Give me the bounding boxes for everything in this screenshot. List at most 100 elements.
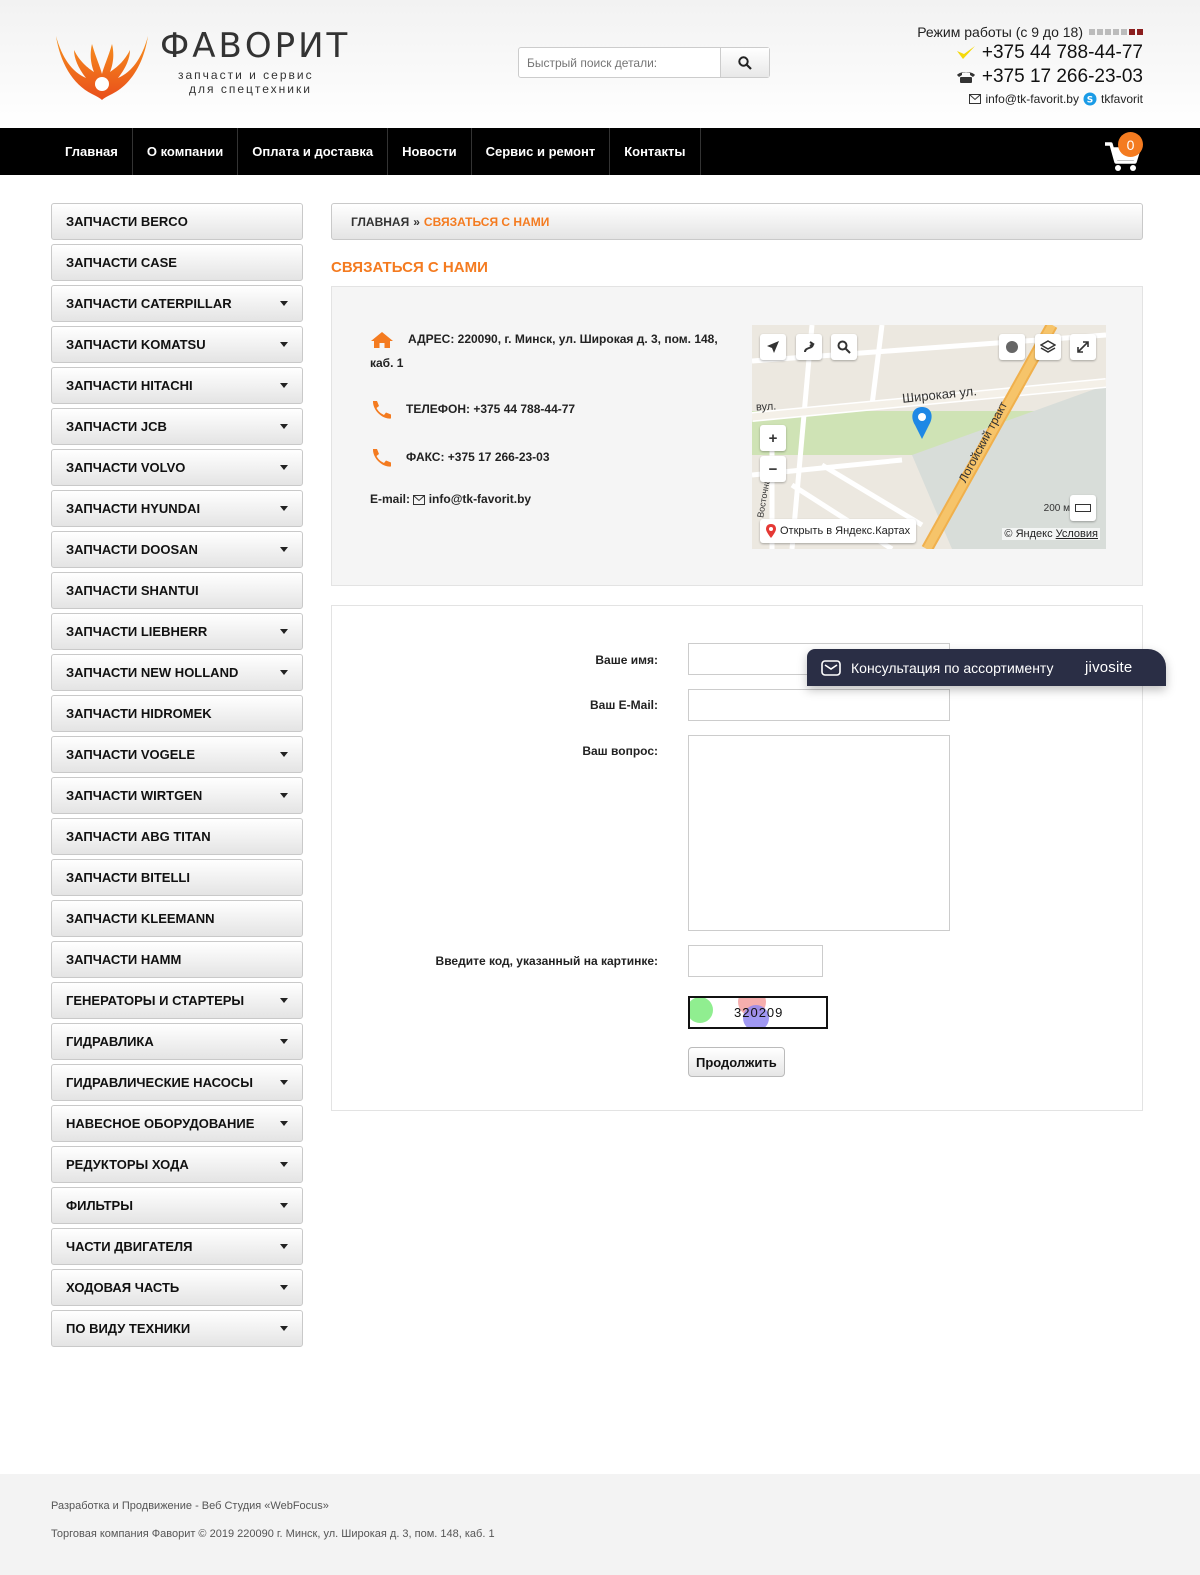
submit-button[interactable]: Продолжить	[688, 1047, 785, 1077]
sidebar-item[interactable]: РЕДУКТОРЫ ХОДА	[51, 1146, 303, 1183]
map-search-button[interactable]	[831, 334, 857, 360]
contact-email-link[interactable]: info@tk-favorit.by	[429, 492, 531, 506]
email-input[interactable]	[688, 689, 950, 721]
ruler-icon	[1075, 504, 1091, 512]
phone-mobile[interactable]: +375 44 788-44-77	[982, 42, 1143, 64]
velcom-icon	[956, 46, 975, 59]
envelope-icon	[821, 659, 841, 676]
sidebar-item-label: ЗАПЧАСТИ BERCO	[66, 214, 188, 229]
map-fullscreen-button[interactable]	[1070, 334, 1096, 360]
sidebar-item[interactable]: НАВЕСНОЕ ОБОРУДОВАНИЕ	[51, 1105, 303, 1142]
caret-down-icon	[280, 629, 288, 634]
search-input[interactable]	[519, 48, 721, 77]
map-ruler-button[interactable]	[1070, 495, 1096, 521]
sidebar-item[interactable]: ЗАПЧАСТИ LIEBHERR	[51, 613, 303, 650]
yandex-map[interactable]: Широкая ул. Логойский тракт вул. Восточн…	[752, 325, 1106, 549]
breadcrumb-current: СВЯЗАТЬСЯ С НАМИ	[423, 214, 550, 229]
working-hours-text: Режим работы (с 9 до 18)	[917, 24, 1083, 40]
sidebar-item-label: ЗАПЧАСТИ SHANTUI	[66, 583, 199, 598]
sidebar-item[interactable]: ЗАПЧАСТИ CATERPILLAR	[51, 285, 303, 322]
main-nav: Главная О компании Оплата и доставка Нов…	[0, 128, 1200, 175]
mail-line: info@tk-favorit.by S tkfavorit	[917, 92, 1143, 106]
nav-news[interactable]: Новости	[388, 128, 472, 175]
sidebar-item[interactable]: ГЕНЕРАТОРЫ И СТАРТЕРЫ	[51, 982, 303, 1019]
nav-service[interactable]: Сервис и ремонт	[472, 128, 611, 175]
sidebar-item[interactable]: ЗАПЧАСТИ DOOSAN	[51, 531, 303, 568]
sidebar-item[interactable]: ГИДРАВЛИЧЕСКИЕ НАСОСЫ	[51, 1064, 303, 1101]
sidebar-item-label: ЗАПЧАСТИ BITELLI	[66, 870, 190, 885]
sidebar-item-label: ГЕНЕРАТОРЫ И СТАРТЕРЫ	[66, 993, 245, 1008]
contact-address: АДРЕС: 220090, г. Минск, ул. Широкая д. …	[370, 327, 730, 375]
caret-down-icon	[280, 1162, 288, 1167]
caret-down-icon	[280, 465, 288, 470]
question-textarea[interactable]	[688, 735, 950, 931]
sidebar-item-label: ЧАСТИ ДВИГАТЕЛЯ	[66, 1239, 193, 1254]
sidebar-item[interactable]: ЗАПЧАСТИ BERCO	[51, 203, 303, 240]
sidebar-item[interactable]: ЗАПЧАСТИ HAMM	[51, 941, 303, 978]
contact-email: E-mail: info@tk-favorit.by	[370, 487, 531, 511]
breadcrumb-home[interactable]: ГЛАВНАЯ	[351, 215, 409, 229]
map-layers-button[interactable]	[1035, 334, 1061, 360]
sidebar-item-label: ЗАПЧАСТИ LIEBHERR	[66, 624, 208, 639]
header-email[interactable]: info@tk-favorit.by	[985, 92, 1079, 106]
map-traffic-button[interactable]	[999, 334, 1025, 360]
sidebar-item[interactable]: ЗАПЧАСТИ HIDROMEK	[51, 695, 303, 732]
sidebar-item[interactable]: ЗАПЧАСТИ BITELLI	[51, 859, 303, 896]
sidebar-item-label: ЗАПЧАСТИ CASE	[66, 255, 177, 270]
sidebar-item[interactable]: ЗАПЧАСТИ CASE	[51, 244, 303, 281]
logo[interactable]: ФАВОРИТ запчасти и сервис для спецтехник…	[52, 24, 352, 102]
sidebar-item[interactable]: ЗАПЧАСТИ VOLVO	[51, 449, 303, 486]
jivosite-text: Консультация по ассортименту	[851, 659, 1054, 676]
sidebar-item[interactable]: ФИЛЬТРЫ	[51, 1187, 303, 1224]
nav-home[interactable]: Главная	[51, 128, 133, 175]
sidebar-item-label: ЗАПЧАСТИ JCB	[66, 419, 167, 434]
email-label: Ваш E-Mail:	[589, 698, 658, 712]
footer-developer[interactable]: Разработка и Продвижение - Веб Студия «W…	[51, 1500, 329, 1512]
nav-payment-delivery[interactable]: Оплата и доставка	[238, 128, 389, 175]
nav-contacts[interactable]: Контакты	[610, 128, 701, 175]
telephone-icon	[956, 72, 975, 83]
map-open-in-yandex[interactable]: Открыть в Яндекс.Картах	[760, 519, 917, 543]
sidebar-item[interactable]: ЗАПЧАСТИ VOGELE	[51, 736, 303, 773]
header-skype[interactable]: tkfavorit	[1101, 92, 1143, 106]
nav-about[interactable]: О компании	[133, 128, 239, 175]
sidebar-item-label: ЗАПЧАСТИ ABG TITAN	[66, 829, 211, 844]
phone-landline[interactable]: +375 17 266-23-03	[982, 66, 1143, 88]
captcha-image: 320209	[688, 996, 828, 1029]
logo-tagline-2: для спецтехники	[189, 82, 312, 96]
fax-phone-icon	[372, 448, 391, 467]
home-icon	[371, 331, 393, 348]
sidebar-item[interactable]: ХОДОВАЯ ЧАСТЬ	[51, 1269, 303, 1306]
sidebar-item[interactable]: ЗАПЧАСТИ WIRTGEN	[51, 777, 303, 814]
jivosite-chat-widget[interactable]: Консультация по ассортименту jivosite	[807, 649, 1166, 686]
sidebar-item[interactable]: ЗАПЧАСТИ JCB	[51, 408, 303, 445]
captcha-code: 320209	[734, 1005, 784, 1020]
footer-copyright: Торговая компания Фаворит © 2019 220090 …	[51, 1528, 495, 1540]
sidebar-item-label: ЗАПЧАСТИ HAMM	[66, 952, 182, 967]
sidebar-item[interactable]: ЗАПЧАСТИ NEW HOLLAND	[51, 654, 303, 691]
sidebar-item[interactable]: ЗАПЧАСТИ KOMATSU	[51, 326, 303, 363]
sidebar-item-label: ЗАПЧАСТИ VOGELE	[66, 747, 196, 762]
map-zoom-out-button[interactable]: −	[760, 456, 786, 482]
map-zoom-in-button[interactable]: +	[760, 425, 786, 451]
sidebar-item[interactable]: ЗАПЧАСТИ SHANTUI	[51, 572, 303, 609]
sidebar-item[interactable]: ЗАПЧАСТИ HYUNDAI	[51, 490, 303, 527]
map-terms-link[interactable]: Условия	[1056, 528, 1098, 540]
sidebar-item[interactable]: ПО ВИДУ ТЕХНИКИ	[51, 1310, 303, 1347]
captcha-input[interactable]	[688, 945, 823, 977]
name-label: Ваше имя:	[595, 653, 658, 667]
caret-down-icon	[280, 547, 288, 552]
search-button[interactable]	[720, 48, 769, 77]
skype-icon: S	[1083, 92, 1097, 106]
question-label: Ваш вопрос:	[582, 744, 658, 758]
sidebar-item[interactable]: ЗАПЧАСТИ ABG TITAN	[51, 818, 303, 855]
caret-down-icon	[280, 1203, 288, 1208]
map-route-button[interactable]	[796, 334, 822, 360]
map-geolocation-button[interactable]	[760, 334, 786, 360]
sidebar-item[interactable]: ЗАПЧАСТИ HITACHI	[51, 367, 303, 404]
sidebar-item[interactable]: ЗАПЧАСТИ KLEEMANN	[51, 900, 303, 937]
sidebar-item[interactable]: ЧАСТИ ДВИГАТЕЛЯ	[51, 1228, 303, 1265]
sidebar-item-label: ГИДРАВЛИКА	[66, 1034, 154, 1049]
sidebar-item[interactable]: ГИДРАВЛИКА	[51, 1023, 303, 1060]
contact-fax-text: ФАКС: +375 17 266-23-03	[406, 450, 550, 464]
